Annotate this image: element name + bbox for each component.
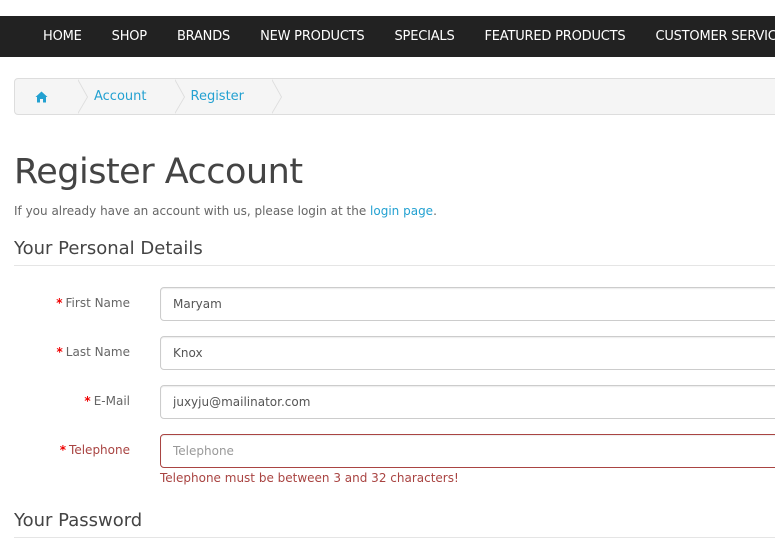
- last-name-input[interactable]: [160, 336, 775, 370]
- personal-details-legend: Your Personal Details: [14, 238, 775, 266]
- intro-text-start: If you already have an account with us, …: [14, 204, 371, 218]
- email-label: * E-Mail: [84, 394, 130, 408]
- required-asterisk: *: [56, 345, 63, 359]
- nav-item-new-products[interactable]: NEW PRODUCTS: [245, 16, 379, 57]
- first-name-input[interactable]: [160, 287, 775, 321]
- intro-text-end: .: [433, 204, 437, 218]
- last-name-label-text: Last Name: [65, 345, 130, 359]
- breadcrumb-link-account[interactable]: Account: [94, 89, 147, 104]
- first-name-label: * First Name: [56, 296, 130, 310]
- telephone-label-text: Telephone: [69, 443, 130, 457]
- required-asterisk: *: [59, 443, 67, 457]
- top-navigation: HOME SHOP BRANDS NEW PRODUCTS SPECIALS F…: [0, 16, 775, 57]
- breadcrumb-link-register[interactable]: Register: [191, 89, 245, 104]
- intro-text: If you already have an account with us, …: [14, 204, 437, 218]
- form-row-email: * E-Mail: [0, 385, 775, 419]
- nav-item-specials[interactable]: SPECIALS: [380, 16, 470, 57]
- form-row-last-name: * Last Name: [0, 336, 775, 370]
- required-asterisk: *: [84, 394, 91, 408]
- nav-item-featured-products[interactable]: FEATURED PRODUCTS: [470, 16, 641, 57]
- breadcrumb: Account Register: [14, 78, 775, 115]
- email-input[interactable]: [160, 385, 775, 419]
- telephone-error-message: Telephone must be between 3 and 32 chara…: [160, 471, 459, 485]
- nav-item-home[interactable]: HOME: [28, 16, 97, 57]
- first-name-label-text: First Name: [65, 296, 130, 310]
- telephone-input[interactable]: [160, 434, 775, 468]
- nav-item-customer-service[interactable]: CUSTOMER SERVICE: [640, 16, 775, 57]
- nav-item-shop[interactable]: SHOP: [97, 16, 162, 57]
- email-label-text: E-Mail: [93, 394, 130, 408]
- required-asterisk: *: [56, 296, 63, 310]
- telephone-label: * Telephone: [60, 443, 130, 457]
- login-page-link[interactable]: login page: [370, 204, 433, 218]
- password-legend: Your Password: [14, 510, 775, 538]
- page-title: Register Account: [14, 152, 303, 192]
- breadcrumb-item-account: Account: [74, 79, 185, 114]
- form-row-first-name: * First Name: [0, 287, 775, 321]
- form-row-telephone: * Telephone: [0, 434, 775, 468]
- home-icon[interactable]: [35, 91, 48, 103]
- last-name-label: * Last Name: [57, 345, 131, 359]
- nav-item-brands[interactable]: BRANDS: [162, 16, 245, 57]
- breadcrumb-item-register: Register: [171, 79, 283, 114]
- nav-menu: HOME SHOP BRANDS NEW PRODUCTS SPECIALS F…: [0, 16, 775, 57]
- breadcrumb-home[interactable]: [15, 79, 88, 114]
